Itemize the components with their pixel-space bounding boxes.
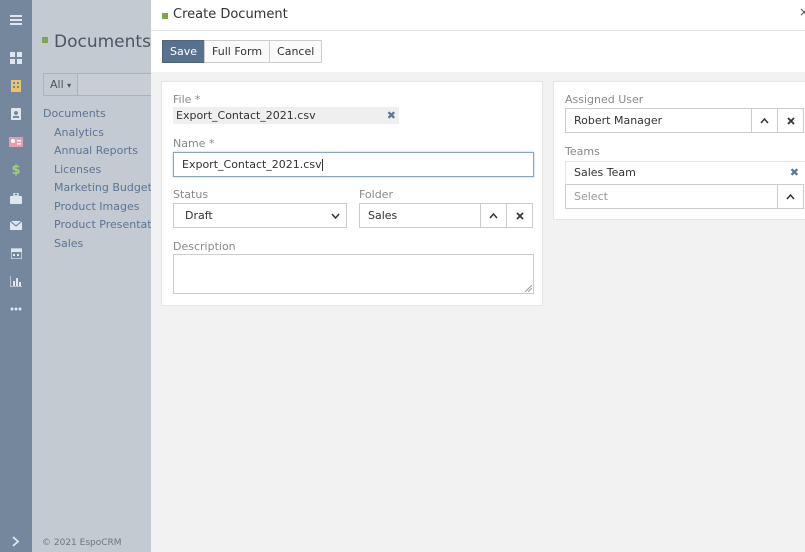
assigned-user-select-button[interactable] (751, 108, 778, 133)
contact-book-icon[interactable] (0, 104, 32, 124)
status-label: Status (173, 188, 209, 201)
file-attachment: Export_Contact_2021.csv ✖ (173, 107, 399, 124)
create-document-modal: Create Document × Save Full Form Cancel … (151, 0, 805, 552)
background-filter-all: All ▾ (44, 74, 79, 95)
briefcase-icon[interactable] (0, 188, 32, 208)
resize-handle-icon[interactable] (525, 285, 532, 292)
folder-input[interactable]: Sales (359, 203, 481, 228)
chevron-up-icon (489, 212, 498, 218)
close-icon (786, 116, 795, 125)
assigned-user-input[interactable]: Robert Manager (565, 108, 752, 133)
teams-select-button[interactable] (777, 184, 804, 209)
background-list-page: Documents All ▾ Documents Analytics Annu… (32, 0, 151, 552)
remove-team-icon[interactable]: ✖ (790, 162, 799, 183)
assigned-user-label: Assigned User (565, 93, 644, 106)
chevron-up-icon (786, 193, 795, 199)
id-card-icon[interactable] (0, 132, 32, 152)
description-textarea[interactable] (173, 254, 534, 294)
folder-item: Product Images (54, 199, 140, 213)
building-icon[interactable] (0, 76, 32, 96)
expand-icon[interactable] (0, 531, 32, 551)
chevron-up-icon (760, 117, 769, 123)
chart-icon[interactable] (0, 271, 32, 291)
folder-item: Documents (43, 107, 106, 120)
folder-select-button[interactable] (480, 203, 507, 228)
main-fields-panel: File * Export_Contact_2021.csv ✖ Name * … (161, 81, 543, 306)
chevron-down-icon (331, 213, 340, 219)
assignment-panel: Assigned User Robert Manager Teams Sales… (553, 81, 805, 220)
action-button-group: Save Full Form Cancel (162, 40, 323, 63)
name-input[interactable]: Export_Contact_2021.csv (173, 152, 534, 177)
close-icon[interactable]: × (799, 5, 805, 19)
folder-item: Licenses (54, 162, 102, 176)
team-name: Sales Team (574, 166, 636, 179)
folder-item: Marketing Budget (54, 181, 151, 194)
status-select[interactable]: Draft (173, 203, 347, 228)
team-item: Sales Team ✖ (565, 161, 805, 184)
close-icon (515, 211, 524, 220)
calendar-icon[interactable] (0, 243, 32, 263)
description-label: Description (173, 240, 236, 253)
modal-header: Create Document × (151, 0, 805, 31)
modal-toolbar: Save Full Form Cancel (151, 31, 805, 72)
folder-item: Product Presentations (54, 218, 151, 231)
nav-rail: $ (0, 0, 32, 552)
teams-label: Teams (565, 145, 600, 158)
folder-clear-button[interactable] (506, 203, 533, 228)
folder-item: Analytics (54, 125, 104, 139)
folder-item: Sales (54, 236, 84, 250)
file-label: File * (173, 93, 201, 106)
save-button[interactable]: Save (162, 40, 206, 63)
background-filter-bar: All ▾ (43, 73, 151, 96)
menu-icon[interactable] (0, 10, 32, 30)
cancel-button[interactable]: Cancel (269, 40, 323, 63)
title-marker (162, 13, 168, 19)
remove-file-icon[interactable]: ✖ (387, 107, 396, 124)
modal-title: Create Document (173, 7, 288, 22)
folder-item: Annual Reports (54, 144, 138, 157)
dollar-icon[interactable]: $ (0, 160, 32, 180)
background-footer: © 2021 EspoCRM (42, 538, 122, 548)
envelope-icon[interactable] (0, 215, 32, 235)
folder-label: Folder (359, 188, 393, 201)
full-form-button[interactable]: Full Form (204, 40, 271, 63)
background-folder-tree: Documents Analytics Annual Reports Licen… (43, 106, 151, 254)
file-name: Export_Contact_2021.csv (176, 109, 316, 122)
name-label: Name * (173, 137, 215, 150)
dashboard-icon[interactable] (0, 48, 32, 68)
assigned-user-clear-button[interactable] (777, 108, 804, 133)
teams-select-input[interactable]: Select (565, 184, 778, 209)
background-page-title: Documents (42, 32, 151, 52)
more-icon[interactable] (0, 299, 32, 319)
